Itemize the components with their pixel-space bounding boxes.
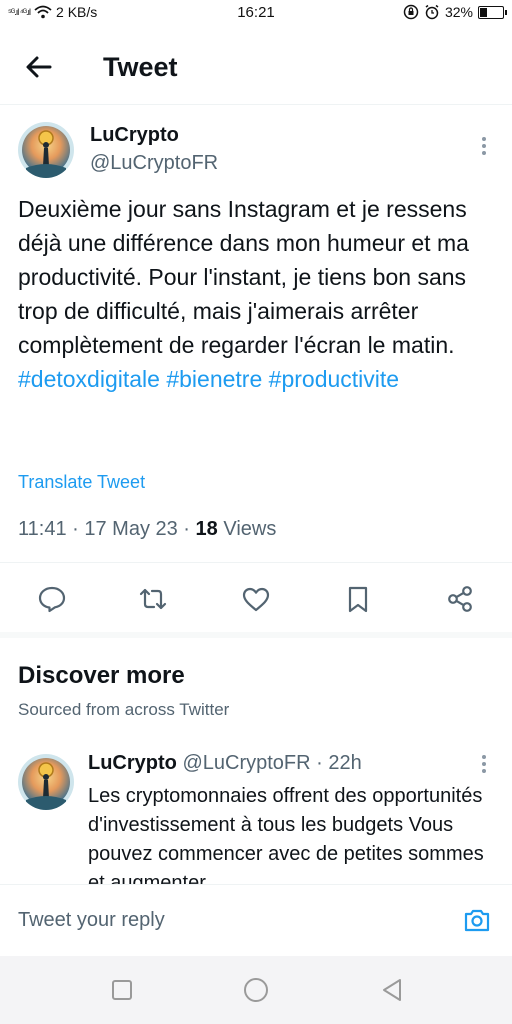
reply-input[interactable]: Tweet your reply [18, 909, 165, 932]
avatar-image [18, 122, 74, 178]
views-label: Views [223, 518, 277, 540]
discover-heading: Discover more [18, 662, 185, 689]
tweet-text: Deuxième jour sans Instagram et je resse… [18, 192, 496, 396]
tweet-age: 22h [328, 752, 362, 774]
tweet-text-body: Deuxième jour sans Instagram et je resse… [18, 196, 469, 358]
more-options-icon[interactable] [474, 752, 494, 776]
recommended-tweet-header: LuCrypto @LuCryptoFR · 22h [88, 752, 362, 774]
alarm-icon [425, 4, 439, 20]
author-handle[interactable]: @LuCryptoFR [90, 152, 218, 175]
lock-rotation-icon [403, 4, 419, 20]
recents-square-icon[interactable] [108, 976, 136, 1004]
avatar[interactable] [18, 754, 74, 810]
bookmark-icon[interactable] [343, 584, 373, 614]
discover-subtitle: Sourced from across Twitter [18, 700, 230, 719]
recommended-tweet-text[interactable]: Les cryptomonnaies offrent des opportuni… [88, 782, 498, 898]
back-arrow-icon[interactable] [22, 50, 56, 84]
translate-tweet-link[interactable]: Translate Tweet [18, 472, 145, 493]
author-name[interactable]: LuCrypto [88, 752, 177, 774]
hashtag-link[interactable]: #detoxdigitale [18, 366, 160, 392]
battery-percent: 32% [444, 4, 473, 20]
reply-bar: Tweet your reply [0, 884, 512, 956]
avatar[interactable] [18, 122, 74, 178]
status-right: 32% [403, 4, 507, 20]
like-heart-icon[interactable] [241, 584, 271, 614]
camera-icon[interactable] [462, 905, 492, 935]
author-name[interactable]: LuCrypto [90, 124, 179, 147]
back-triangle-icon[interactable] [378, 976, 406, 1004]
reply-icon[interactable] [37, 584, 67, 614]
home-circle-icon[interactable] [242, 976, 270, 1004]
retweet-icon[interactable] [138, 584, 168, 614]
tweet-meta: 11:41 · 17 May 23 · 18 Views [18, 518, 277, 540]
header-divider [0, 104, 512, 105]
author-handle[interactable]: @LuCryptoFR [182, 752, 310, 774]
system-nav-bar [0, 956, 512, 1024]
tweet-date: 17 May 23 [84, 518, 178, 540]
tweet-actions [0, 578, 512, 618]
page-title: Tweet [103, 52, 178, 82]
top-bar: Tweet [0, 36, 512, 100]
tweet-time: 11:41 [18, 518, 67, 540]
status-bar: ⁵ᴳ.ıl ⁴ᴳ.ıl 2 KB/s 16:21 32% [0, 0, 512, 28]
hashtag-link[interactable]: #productivite [269, 366, 399, 392]
section-divider [0, 632, 512, 638]
avatar-image [18, 754, 74, 810]
meta-divider [0, 562, 512, 563]
hashtag-link[interactable]: #bienetre [166, 366, 262, 392]
more-options-icon[interactable] [474, 134, 494, 158]
share-icon[interactable] [445, 584, 475, 614]
views-count[interactable]: 18 [196, 518, 218, 540]
battery-icon [478, 5, 507, 19]
